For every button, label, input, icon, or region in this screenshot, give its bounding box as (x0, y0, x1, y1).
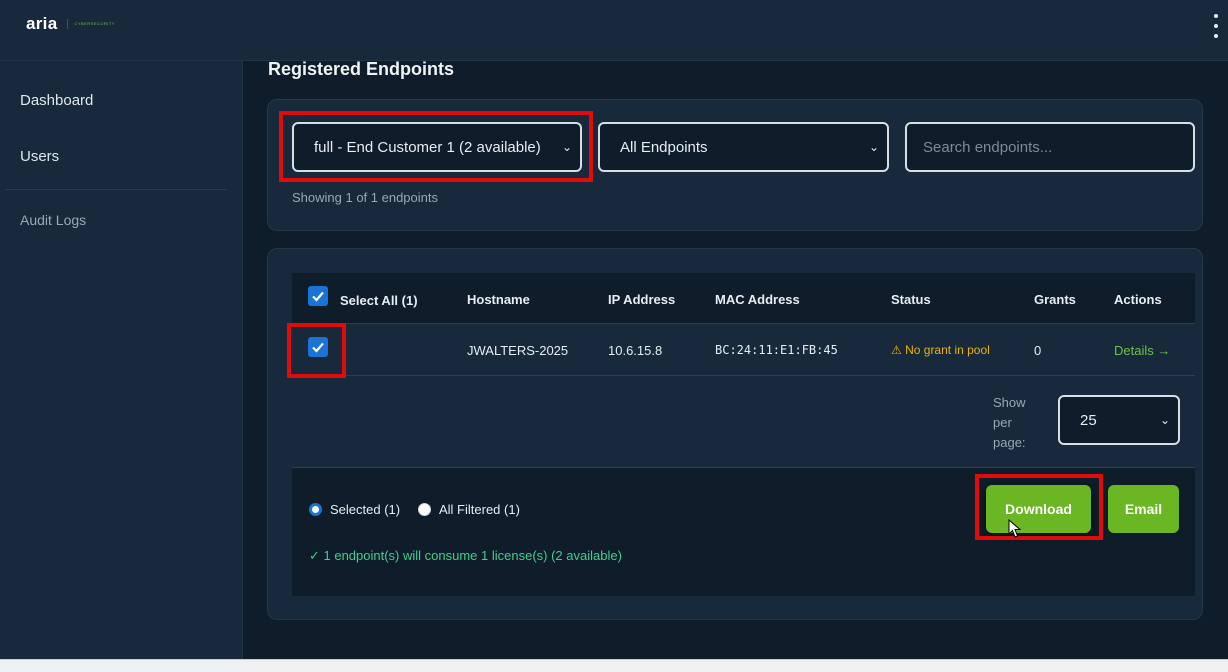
cell-grants: 0 (1034, 343, 1042, 358)
customer-select-value: full - End Customer 1 (2 available) (314, 138, 540, 156)
app-logo[interactable]: aria CYBERSECURITY (26, 14, 115, 34)
sidebar-item-users[interactable]: Users (20, 148, 59, 165)
logo-tagline: CYBERSECURITY (67, 19, 115, 29)
radio-all-filtered[interactable]: All Filtered (1) (418, 502, 520, 517)
select-all-label: Select All (1) (340, 293, 418, 308)
column-header-actions: Actions (1114, 292, 1162, 307)
filter-card: full - End Customer 1 (2 available) ⌄ Al… (267, 99, 1203, 231)
search-input[interactable] (905, 122, 1195, 172)
download-button[interactable]: Download (986, 485, 1091, 533)
chevron-down-icon: ⌄ (868, 140, 879, 154)
license-consumption-note: ✓ 1 endpoint(s) will consume 1 license(s… (309, 548, 622, 563)
cell-ip: 10.6.15.8 (608, 343, 663, 358)
radio-selected-label: Selected (1) (330, 502, 401, 517)
status-badge: ⚠ No grant in pool (891, 343, 990, 357)
column-header-ip: IP Address (608, 292, 676, 307)
sidebar-item-audit-logs[interactable]: Audit Logs (20, 212, 86, 228)
column-header-mac: MAC Address (715, 292, 800, 307)
per-page-value: 25 (1080, 411, 1097, 429)
endpoint-type-select[interactable]: All Endpoints ⌄ (598, 122, 889, 172)
logo-text: aria (26, 14, 58, 33)
showing-count: Showing 1 of 1 endpoints (292, 190, 438, 205)
radio-on-icon (309, 503, 322, 516)
checkmark-icon (312, 342, 324, 353)
column-header-status: Status (891, 292, 931, 307)
column-header-hostname: Hostname (467, 292, 530, 307)
main-content: Registered Endpoints full - End Customer… (244, 59, 1228, 659)
radio-selected[interactable]: Selected (1) (309, 502, 400, 517)
endpoint-type-value: All Endpoints (620, 138, 708, 156)
per-page-select[interactable]: 25 ⌄ (1058, 395, 1180, 445)
sidebar-divider (5, 189, 227, 190)
chevron-down-icon: ⌄ (1159, 413, 1170, 427)
radio-off-icon (418, 503, 431, 516)
column-header-grants: Grants (1034, 292, 1076, 307)
endpoints-card: Select All (1) Hostname IP Address MAC A… (267, 248, 1203, 620)
table-header: Select All (1) Hostname IP Address MAC A… (292, 273, 1195, 324)
more-menu-icon[interactable] (1210, 14, 1222, 38)
per-page-label: Show per page: (993, 395, 1026, 450)
radio-filtered-label: All Filtered (1) (439, 502, 520, 517)
chevron-down-icon: ⌄ (561, 140, 572, 154)
sidebar: Dashboard Users Audit Logs (0, 61, 243, 659)
cell-mac: BC:24:11:E1:FB:45 (715, 343, 838, 357)
sidebar-item-dashboard[interactable]: Dashboard (20, 92, 93, 109)
details-link[interactable]: Details → (1114, 343, 1170, 358)
page-title: Registered Endpoints (268, 59, 455, 79)
browser-bottom-strip (0, 659, 1228, 672)
email-button[interactable]: Email (1108, 485, 1179, 533)
table-row: JWALTERS-2025 10.6.15.8 BC:24:11:E1:FB:4… (292, 325, 1195, 376)
select-all-checkbox[interactable] (308, 286, 328, 306)
customer-select[interactable]: full - End Customer 1 (2 available) ⌄ (292, 122, 582, 172)
checkmark-icon (312, 291, 324, 302)
export-panel: Selected (1) All Filtered (1) ✓ 1 endpoi… (292, 467, 1195, 596)
row-checkbox[interactable] (308, 337, 328, 357)
top-bar: aria CYBERSECURITY (0, 0, 1228, 61)
cell-hostname: JWALTERS-2025 (467, 343, 569, 358)
